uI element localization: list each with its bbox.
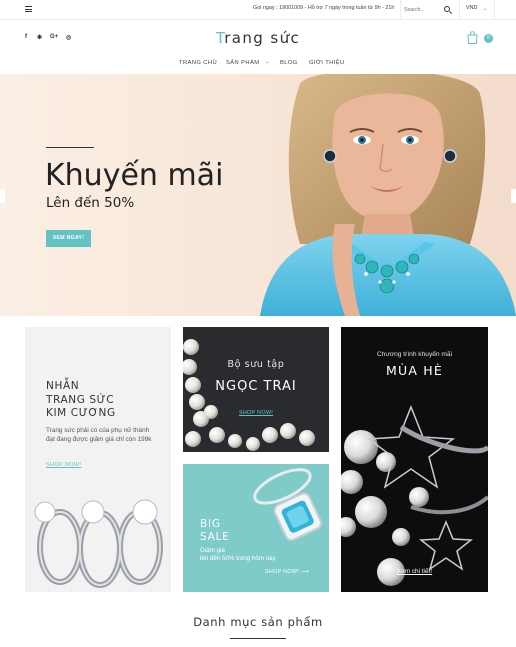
menu-icon[interactable]	[25, 6, 32, 12]
shop-now-link[interactable]: SHOP NOW!	[183, 410, 329, 416]
hero-divider	[46, 147, 94, 148]
arrow-right-icon: ⟶	[300, 569, 309, 575]
banner-subtitle: Bộ sưu tập	[227, 359, 285, 370]
shop-now-link[interactable]: SHOP NOW! ⟶	[265, 569, 309, 575]
nav-item-home[interactable]: TRANG CHỦ	[179, 60, 217, 66]
site-logo[interactable]: Trang sức	[0, 29, 516, 47]
shop-now-link[interactable]: SHOP NOW!	[46, 462, 81, 468]
nav-item-about[interactable]: GIỚI THIỆU	[309, 60, 345, 66]
top-bar: Gọi ngay : 19001009 - Hỗ trợ 7 ngày tron…	[0, 0, 516, 20]
search-icon[interactable]	[444, 6, 450, 12]
hotline-text: Gọi ngay : 19001009 - Hỗ trợ 7 ngày tron…	[253, 5, 395, 11]
hero-title: Khuyến mãi	[45, 158, 224, 193]
rings-image	[34, 499, 163, 588]
banner-description: Trang sức phải có của phụ nữ thành đạt đ…	[46, 427, 152, 443]
divider	[400, 0, 401, 20]
banner-summer-promo[interactable]: Chương trình khuyến mãi MÙA HÈ Xem chi t…	[341, 327, 488, 592]
search-input[interactable]	[404, 3, 434, 17]
banner-description: Giảm giá lên đến 50% trong hôm nay	[200, 547, 276, 562]
nav-item-products[interactable]: SẢN PHẨM	[226, 60, 259, 66]
logo-text: rang sức	[224, 29, 301, 47]
hero-slider: Khuyến mãi Lên đến 50% XEM NGAY!	[0, 74, 516, 316]
banner-big-sale[interactable]: BIG SALE Giảm giá lên đến 50% trong hôm …	[183, 464, 329, 592]
view-details-link[interactable]: Xem chi tiết!	[341, 568, 488, 575]
hero-subtitle: Lên đến 50%	[46, 195, 135, 211]
chevron-down-icon[interactable]: ⌄	[483, 6, 487, 12]
divider	[494, 0, 495, 20]
hero-cta-button[interactable]: XEM NGAY!	[46, 230, 91, 247]
banner-title: BIG SALE	[200, 518, 230, 543]
cart-count-badge: 0	[484, 34, 493, 43]
slider-next-button[interactable]	[511, 189, 516, 203]
ring-image	[253, 468, 322, 542]
slider-prev-button[interactable]	[0, 189, 5, 203]
banner-title: NGỌC TRAI	[215, 379, 297, 394]
divider	[459, 0, 460, 20]
hero-model-image	[260, 74, 516, 316]
banner-diamond-rings[interactable]: NHẪN TRANG SỨC KIM CƯƠNG Trang sức phải …	[25, 327, 171, 592]
banner-pearl-collection[interactable]: Bộ sưu tập NGỌC TRAI SHOP NOW!	[183, 327, 329, 452]
banner-title: MÙA HÈ	[386, 363, 443, 378]
currency-select[interactable]: VND	[466, 5, 477, 11]
chevron-down-icon[interactable]: ⌄	[265, 59, 269, 65]
banner-subtitle: Chương trình khuyến mãi	[376, 351, 453, 358]
banner-title: NHẪN TRANG SỨC KIM CƯƠNG	[46, 380, 116, 419]
section-divider	[230, 638, 286, 639]
section-title: Danh mục sản phẩm	[193, 615, 323, 629]
jewelry-image	[341, 404, 488, 586]
logo-initial: T	[215, 29, 225, 47]
nav-item-blog[interactable]: BLOG	[280, 60, 298, 66]
cart-icon[interactable]	[467, 31, 478, 44]
